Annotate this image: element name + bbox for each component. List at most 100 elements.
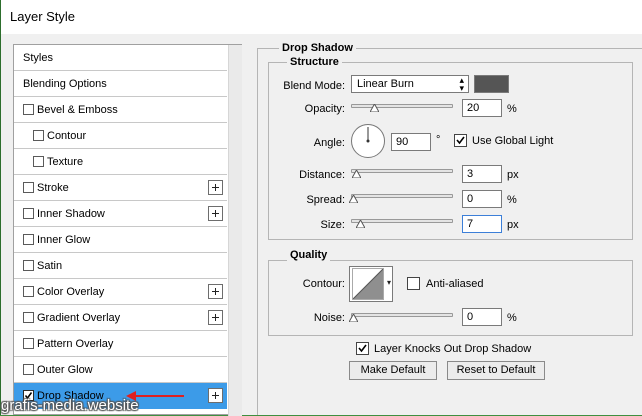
sidebar-item-bevel-and-emboss[interactable]: Bevel & Emboss: [14, 97, 227, 123]
opacity-input[interactable]: [462, 99, 502, 117]
quality-group: [268, 260, 633, 336]
select-arrows-icon: ▴ ▾: [459, 75, 464, 93]
contour-picker[interactable]: ▾: [349, 266, 393, 302]
sidebar-item-label: Inner Shadow: [37, 208, 105, 220]
title-bar: Layer Style: [1, 0, 642, 34]
sidebar-item-texture[interactable]: Texture: [14, 149, 227, 175]
sidebar-item-checkbox[interactable]: [23, 338, 34, 349]
sidebar-item-label: Outer Glow: [37, 364, 93, 376]
styles-list-items: Styles Blending Options Bevel & Emboss Cont…: [14, 45, 227, 416]
structure-title: Structure: [287, 56, 342, 68]
sidebar-item-stroke[interactable]: Stroke: [14, 175, 227, 201]
sidebar-item-checkbox[interactable]: [23, 104, 34, 115]
sidebar-item-checkbox[interactable]: [23, 234, 34, 245]
distance-input[interactable]: [462, 165, 502, 183]
blend-mode-select[interactable]: Linear Burn ▴ ▾: [351, 75, 469, 93]
use-global-light-checkbox[interactable]: [454, 134, 467, 147]
drop-shadow-title: Drop Shadow: [279, 42, 356, 54]
reset-to-default-button[interactable]: Reset to Default: [447, 361, 545, 380]
size-label: Size:: [320, 219, 345, 231]
sidebar-item-checkbox[interactable]: [23, 208, 34, 219]
spread-input[interactable]: [462, 190, 502, 208]
distance-slider[interactable]: [351, 169, 453, 173]
window-title: Layer Style: [10, 9, 76, 24]
sidebar-item-inner-glow[interactable]: Inner Glow: [14, 227, 227, 253]
contour-label: Contour:: [302, 278, 345, 290]
styles-list-scrollbar[interactable]: [228, 45, 242, 416]
sidebar-item-label: Color Overlay: [37, 286, 105, 298]
sidebar-item-label: Texture: [47, 156, 84, 168]
sidebar-item-label: Blending Options: [23, 78, 107, 90]
sidebar-item-pattern-overlay[interactable]: Pattern Overlay: [14, 331, 227, 357]
spread-label: Spread:: [306, 194, 345, 206]
layer-knocks-out-checkbox[interactable]: [356, 342, 369, 355]
add-icon[interactable]: [208, 180, 223, 195]
angle-unit: °: [436, 134, 441, 146]
noise-unit: %: [507, 312, 517, 324]
noise-slider-thumb[interactable]: [349, 314, 358, 322]
anti-aliased-checkbox[interactable]: [407, 277, 420, 290]
size-input[interactable]: [462, 215, 502, 233]
distance-unit: px: [507, 169, 519, 181]
contour-dropdown-icon: ▾: [386, 278, 391, 287]
make-default-button[interactable]: Make Default: [349, 361, 437, 380]
opacity-label: Opacity:: [304, 103, 345, 115]
watermark-text: grafis-media.website: [1, 397, 139, 414]
angle-input[interactable]: [391, 133, 431, 151]
size-slider-thumb[interactable]: [356, 220, 365, 228]
sidebar-item-label: Bevel & Emboss: [37, 104, 118, 116]
sidebar-item-label: Contour: [47, 130, 87, 142]
sidebar-item-label: Styles: [23, 52, 53, 64]
sidebar-item-inner-shadow[interactable]: Inner Shadow: [14, 201, 227, 227]
sidebar-item-checkbox[interactable]: [23, 182, 34, 193]
sidebar-item-blending-options[interactable]: Blending Options: [14, 71, 227, 97]
noise-input[interactable]: [462, 308, 502, 326]
sidebar-item-label: Pattern Overlay: [37, 338, 114, 350]
sidebar-item-contour[interactable]: Contour: [14, 123, 227, 149]
spread-unit: %: [507, 194, 517, 206]
sidebar-item-gradient-overlay[interactable]: Gradient Overlay: [14, 305, 227, 331]
size-unit: px: [507, 219, 519, 231]
opacity-slider-thumb[interactable]: [370, 104, 379, 112]
noise-slider[interactable]: [351, 313, 453, 317]
sidebar-item-label: Satin: [37, 260, 63, 272]
sidebar-item-checkbox[interactable]: [23, 364, 34, 375]
angle-label: Angle:: [313, 137, 345, 149]
add-icon[interactable]: [208, 206, 223, 221]
layer-style-dialog: Layer Style Styles Blending Options Bevel …: [0, 0, 642, 416]
add-icon[interactable]: [208, 310, 223, 325]
distance-slider-thumb[interactable]: [352, 170, 361, 178]
size-slider[interactable]: [351, 219, 453, 223]
sidebar-item-color-overlay[interactable]: Color Overlay: [14, 279, 227, 305]
sidebar-item-styles[interactable]: Styles: [14, 45, 227, 71]
angle-dial[interactable]: [350, 123, 386, 159]
use-global-light-label: Use Global Light: [472, 135, 554, 147]
checkmark-icon: [358, 344, 367, 353]
layer-knocks-out-label: Layer Knocks Out Drop Shadow: [374, 343, 532, 355]
sidebar-item-checkbox[interactable]: [23, 260, 34, 271]
sidebar-item-checkbox[interactable]: [33, 130, 44, 141]
distance-label: Distance:: [299, 169, 345, 181]
blend-mode-value: Linear Burn: [357, 78, 414, 90]
styles-list: Styles Blending Options Bevel & Emboss Cont…: [13, 44, 242, 416]
sidebar-item-label: Inner Glow: [37, 234, 91, 246]
sidebar-item-label: Stroke: [37, 182, 69, 194]
quality-title: Quality: [287, 249, 331, 261]
spread-slider[interactable]: [351, 194, 453, 198]
add-icon[interactable]: [208, 284, 223, 299]
sidebar-item-satin[interactable]: Satin: [14, 253, 227, 279]
sidebar-item-checkbox[interactable]: [33, 156, 44, 167]
sidebar-item-checkbox[interactable]: [23, 286, 34, 297]
sidebar-item-outer-glow[interactable]: Outer Glow: [14, 357, 227, 383]
opacity-unit: %: [507, 103, 517, 115]
sidebar-item-checkbox[interactable]: [23, 312, 34, 323]
blend-mode-label: Blend Mode:: [283, 80, 345, 92]
spread-slider-thumb[interactable]: [349, 195, 358, 203]
add-icon[interactable]: [208, 388, 223, 403]
noise-label: Noise:: [313, 312, 345, 324]
checkmark-icon: [456, 136, 465, 145]
shadow-color-swatch[interactable]: [474, 75, 509, 93]
anti-aliased-label: Anti-aliased: [426, 278, 484, 290]
opacity-slider[interactable]: [351, 104, 453, 108]
sidebar-item-label: Gradient Overlay: [37, 312, 121, 324]
